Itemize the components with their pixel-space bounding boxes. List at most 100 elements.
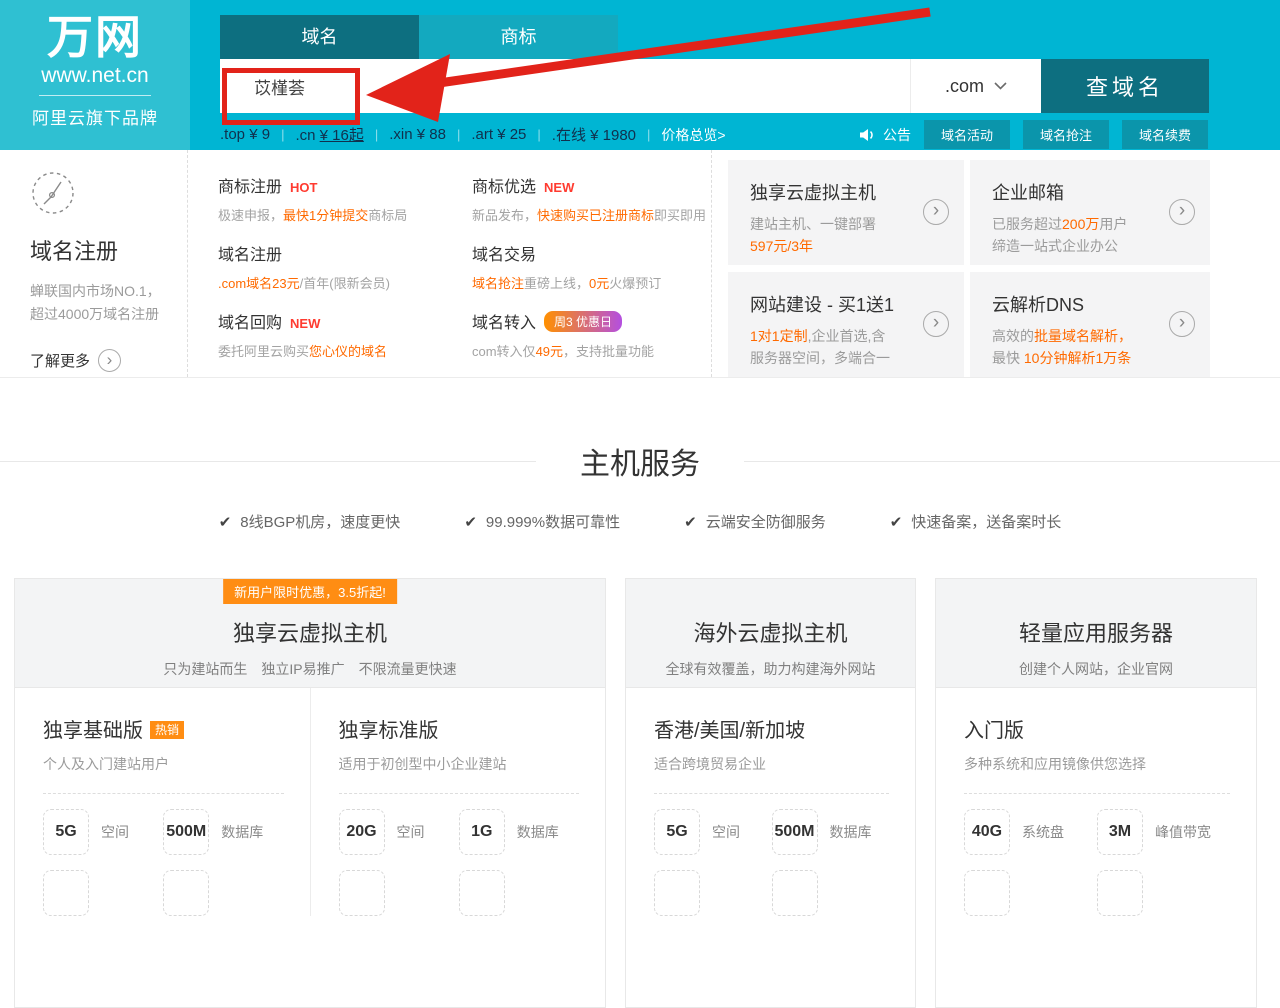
promo-item-domain-trade[interactable]: 域名交易 域名抢注重磅上线，0元火爆预订: [472, 241, 711, 292]
domain-register-panel: 域名注册 蝉联国内市场NO.1，超过4000万域名注册 了解更多 ›: [0, 150, 188, 377]
plan-standard[interactable]: 独享标准版 适用于初创型中小企业建站 20G 空间 1G 数据库: [310, 688, 606, 916]
brand-logo[interactable]: 万网 www.net.cn 阿里云旗下品牌: [0, 0, 190, 150]
divider: |: [457, 127, 460, 142]
domain-search-bar: .com 查域名: [220, 59, 1209, 113]
price-item-xin[interactable]: .xin ¥ 88: [389, 126, 446, 143]
plan-name: 入门版: [964, 720, 1024, 742]
spec-row-partial: [964, 870, 1230, 916]
price-item-art[interactable]: .art ¥ 25: [471, 126, 526, 143]
plan-description: 适合跨境贸易企业: [654, 754, 889, 774]
divider: |: [375, 127, 378, 142]
divider: [339, 793, 580, 794]
hosting-cards: 新用户限时优惠，3.5折起! 独享云虚拟主机 只为建站而生 独立IP易推广 不限…: [0, 578, 1280, 1008]
card-line: 已服务超过200万用户: [992, 214, 1150, 236]
plan-row: 独享基础版热销 个人及入门建站用户 5G 空间 500M 数据库: [15, 688, 605, 916]
domain-activity-button[interactable]: 域名活动: [924, 120, 1010, 149]
plan-entry[interactable]: 入门版 多种系统和应用镜像供您选择 40G 系统盘 3M 峰值带宽: [936, 688, 1256, 916]
hosting-card-header: 海外云虚拟主机 全球有效覆盖，助力构建海外网站: [626, 579, 915, 688]
promo-title: 域名转入: [472, 315, 536, 332]
promo-item-trademark-select[interactable]: 商标优选NEW 新品发布，快速购买已注册商标即买即用: [472, 173, 711, 224]
tld-select[interactable]: .com: [910, 59, 1041, 113]
card-title: 企业邮箱: [992, 179, 1150, 205]
card-enterprise-mail[interactable]: 企业邮箱 已服务超过200万用户 缔造一站式企业办公 ›: [970, 160, 1210, 265]
price-value: ¥ 9: [249, 126, 270, 143]
card-title: 独享云虚拟主机: [750, 179, 904, 205]
check-icon: ✔: [219, 514, 232, 531]
spec-value: 40G: [964, 809, 1010, 855]
promo-item-trademark-register[interactable]: 商标注册HOT 极速申报，最快1分钟提交商标局: [218, 173, 430, 224]
price-value: ¥ 88: [417, 126, 446, 143]
circle-arrow-icon: ›: [1169, 311, 1195, 337]
hosting-card-subtitle: 全球有效覆盖，助力构建海外网站: [626, 659, 915, 679]
promo-item-domain-register[interactable]: 域名注册 .com域名23元/首年(限新会员): [218, 241, 430, 292]
hosting-card-lightweight[interactable]: 轻量应用服务器 创建个人网站，企业官网 入门版 多种系统和应用镜像供您选择 40…: [935, 578, 1257, 1008]
promo-band: 域名注册 蝉联国内市场NO.1，超过4000万域名注册 了解更多 › 商标注册H…: [0, 150, 1280, 378]
card-shared-hosting[interactable]: 独享云虚拟主机 建站主机、一键部署 597元/3年 ›: [728, 160, 964, 265]
hosting-card-dedicated[interactable]: 新用户限时优惠，3.5折起! 独享云虚拟主机 只为建站而生 独立IP易推广 不限…: [14, 578, 606, 1008]
price-item-cn[interactable]: .cn ¥ 16起: [295, 124, 363, 145]
spec-row-partial: [654, 870, 889, 916]
check-icon: ✔: [684, 514, 697, 531]
promo-column-1: 商标注册HOT 极速申报，最快1分钟提交商标局 域名注册 .com域名23元/首…: [188, 150, 430, 377]
tab-domain[interactable]: 域名: [220, 15, 419, 59]
price-overview-link[interactable]: 价格总览>: [661, 125, 725, 145]
price-tld: .在线: [552, 127, 586, 144]
spec-value: [964, 870, 1010, 916]
spec-label: 数据库: [221, 822, 263, 842]
promo-item-domain-transfer[interactable]: 域名转入周3 优惠日 com转入仅49元，支持批量功能: [472, 309, 711, 360]
feature-label: 8线BGP机房，速度更快: [240, 514, 400, 531]
new-tag: NEW: [544, 180, 574, 195]
learn-more-link[interactable]: 了解更多 ›: [30, 349, 187, 372]
divider: |: [647, 127, 650, 142]
hosting-features: ✔8线BGP机房，速度更快 ✔99.999%数据可靠性 ✔云端安全防御服务 ✔快…: [0, 511, 1280, 532]
spec-value: [43, 870, 89, 916]
promo-item-domain-buyback[interactable]: 域名回购NEW 委托阿里云购买您心仪的域名: [218, 309, 430, 360]
promo-description: 域名抢注重磅上线，0元火爆预订: [472, 273, 711, 292]
card-cloud-dns[interactable]: 云解析DNS 高效的批量域名解析， 最快 10分钟解析1万条 ›: [970, 272, 1210, 377]
card-website-builder[interactable]: 网站建设 - 买1送1 1对1定制,企业首选,含 服务器空间，多端合一 ›: [728, 272, 964, 377]
promo-title: 商标注册: [218, 179, 282, 196]
price-item-top[interactable]: .top ¥ 9: [220, 126, 270, 143]
feature-item: ✔云端安全防御服务: [684, 511, 826, 532]
hosting-card-title: 海外云虚拟主机: [626, 579, 915, 648]
plan-overseas[interactable]: 香港/美国/新加坡 适合跨境贸易企业 5G 空间 500M 数据库: [626, 688, 915, 916]
feature-item: ✔ 快速备案，送备案时长: [890, 511, 1062, 532]
price-tld: .cn: [295, 127, 315, 144]
circle-arrow-icon: ›: [1169, 199, 1195, 225]
tab-trademark[interactable]: 商标: [419, 15, 618, 59]
feature-label: 快速备案，送备案时长: [911, 514, 1061, 531]
spec-row: 5G 空间 500M 数据库: [43, 809, 284, 855]
speaker-icon: [859, 128, 876, 142]
hosting-card-overseas[interactable]: 海外云虚拟主机 全球有效覆盖，助力构建海外网站 香港/美国/新加坡 适合跨境贸易…: [625, 578, 916, 1008]
plan-row: 入门版 多种系统和应用镜像供您选择 40G 系统盘 3M 峰值带宽: [936, 688, 1256, 916]
tld-selected-value: .com: [945, 76, 984, 97]
spec-item: 5G 空间: [654, 809, 772, 855]
divider: |: [281, 127, 284, 142]
promo-description: 新品发布，快速购买已注册商标即买即用: [472, 205, 711, 224]
promo-title: 域名回购: [218, 315, 282, 332]
spec-label: 空间: [712, 822, 740, 842]
spec-label: 系统盘: [1022, 822, 1064, 842]
divider: [654, 793, 889, 794]
brand-tagline: 阿里云旗下品牌: [0, 104, 190, 129]
domain-backorder-button[interactable]: 域名抢注: [1023, 120, 1109, 149]
promo-description: 极速申报，最快1分钟提交商标局: [218, 205, 430, 224]
spec-value: 5G: [654, 809, 700, 855]
notice-link[interactable]: 公告: [883, 125, 911, 145]
spec-value: [163, 870, 209, 916]
check-icon: ✔: [890, 514, 903, 531]
circle-arrow-icon: ›: [98, 349, 121, 372]
hosting-card-subtitle: 创建个人网站，企业官网: [936, 659, 1256, 679]
search-domain-button[interactable]: 查域名: [1041, 59, 1209, 113]
divider: [744, 461, 1280, 462]
hosting-heading: 主机服务: [536, 439, 744, 483]
price-item-zaixian[interactable]: .在线 ¥ 1980: [552, 124, 636, 145]
learn-more-label: 了解更多: [30, 350, 90, 371]
spec-item: 500M 数据库: [163, 809, 283, 855]
spec-item: 1G 数据库: [459, 809, 579, 855]
domain-renew-button[interactable]: 域名续费: [1122, 120, 1208, 149]
plan-basic[interactable]: 独享基础版热销 个人及入门建站用户 5G 空间 500M 数据库: [15, 688, 310, 916]
promo-description: .com域名23元/首年(限新会员): [218, 273, 430, 292]
annotation-red-box: [222, 68, 360, 125]
plan-name: 独享基础版: [43, 720, 143, 742]
